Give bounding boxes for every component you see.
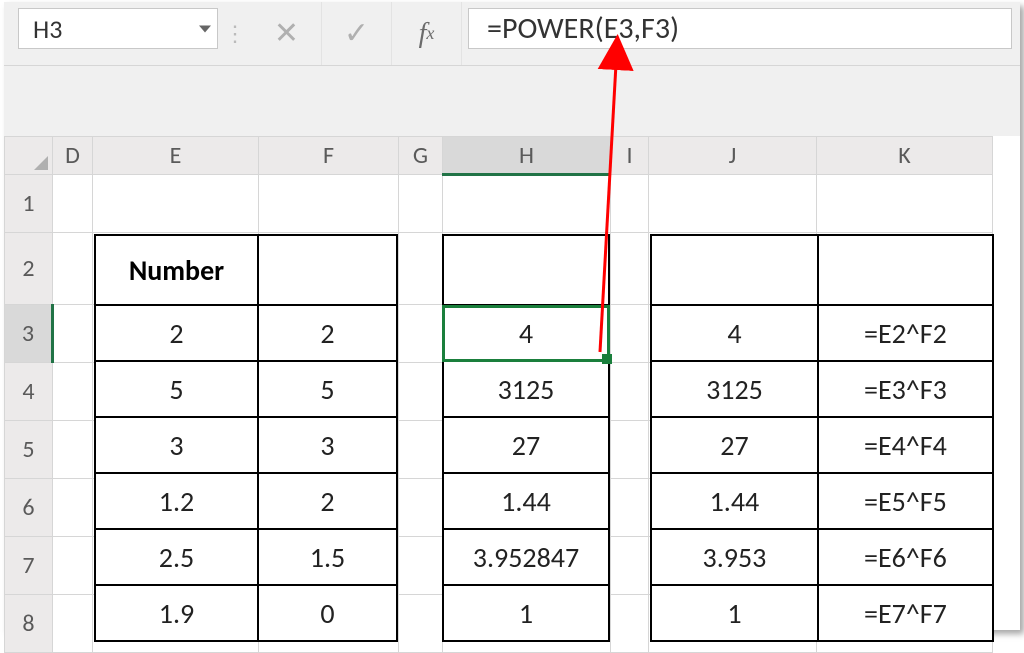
formula-text: =POWER(E3,F3): [487, 10, 679, 47]
spreadsheet-grid[interactable]: D E F G H I J K 1 2 3 4 5 6 7 8 Number P…: [4, 136, 1020, 653]
enter-button[interactable]: ✓: [322, 2, 392, 65]
header-formula: Formula: [818, 235, 993, 305]
cell[interactable]: [611, 363, 649, 421]
table-cell: 1.44: [651, 473, 818, 529]
cell[interactable]: [53, 175, 93, 233]
cell[interactable]: [53, 363, 93, 421]
cell[interactable]: [611, 537, 649, 595]
table-cell: =E7^F7: [818, 585, 993, 641]
cell[interactable]: [53, 305, 93, 363]
row-header-4[interactable]: 4: [5, 363, 53, 421]
table-cell: =E4^F4: [818, 417, 993, 473]
fx-button[interactable]: fx: [392, 2, 462, 65]
table-cell: 1.5: [258, 529, 397, 585]
row-header-2[interactable]: 2: [5, 233, 53, 305]
cell[interactable]: [611, 595, 649, 653]
row-header-7[interactable]: 7: [5, 537, 53, 595]
table-cell: 27: [651, 417, 818, 473]
table-cell: 3.953: [651, 529, 818, 585]
dropdown-icon[interactable]: [199, 25, 211, 32]
table-cell: 2: [95, 305, 258, 361]
col-header-H[interactable]: H: [443, 137, 611, 175]
cell[interactable]: [399, 479, 443, 537]
table-cell: 5: [95, 361, 258, 417]
table-cell: 3.952847: [443, 529, 609, 585]
col-header-K[interactable]: K: [817, 137, 993, 175]
formula-input[interactable]: =POWER(E3,F3): [468, 8, 1012, 49]
table-cell: 27: [443, 417, 609, 473]
cell-reference: H3: [19, 13, 76, 45]
cell[interactable]: [611, 421, 649, 479]
table-cell: 1.2: [95, 473, 258, 529]
cell[interactable]: [93, 175, 259, 233]
table-cell: 1: [443, 585, 609, 641]
table-cell: 1.44: [443, 473, 609, 529]
ribbon-gap: [4, 66, 1020, 136]
table-cell: 2: [258, 473, 397, 529]
cell[interactable]: [53, 421, 93, 479]
row-header-1[interactable]: 1: [5, 175, 53, 233]
cell[interactable]: [259, 175, 399, 233]
col-header-E[interactable]: E: [93, 137, 259, 175]
table-cell: 2: [258, 305, 397, 361]
header-result-1: Result: [443, 235, 609, 305]
cancel-button[interactable]: ✕: [252, 2, 322, 65]
separator: ⋮: [218, 2, 252, 65]
cell[interactable]: [399, 421, 443, 479]
cell[interactable]: [399, 537, 443, 595]
table-cell: 1: [651, 585, 818, 641]
row-header-8[interactable]: 8: [5, 595, 53, 653]
table-cell: 4: [651, 305, 818, 361]
cell[interactable]: [399, 233, 443, 305]
name-box[interactable]: H3: [18, 8, 218, 49]
cell[interactable]: [399, 595, 443, 653]
col-header-J[interactable]: J: [649, 137, 817, 175]
select-all-corner[interactable]: [5, 137, 53, 175]
cell[interactable]: [53, 233, 93, 305]
result-table-1: Result 4 3125 27 1.44 3.952847 1: [442, 234, 610, 642]
cell[interactable]: [611, 175, 649, 233]
cell[interactable]: [611, 233, 649, 305]
cell[interactable]: [817, 175, 993, 233]
cell[interactable]: [611, 479, 649, 537]
table-cell: 5: [258, 361, 397, 417]
table-cell: 1.9: [95, 585, 258, 641]
table-cell: 3125: [651, 361, 818, 417]
header-result-2: Result: [651, 235, 818, 305]
table-cell: 0: [258, 585, 397, 641]
table-cell: =E2^F2: [818, 305, 993, 361]
cell[interactable]: [399, 305, 443, 363]
cell[interactable]: [53, 479, 93, 537]
cell[interactable]: [611, 305, 649, 363]
table-cell: 3: [258, 417, 397, 473]
cell[interactable]: [649, 175, 817, 233]
formula-bar: H3 ⋮ ✕ ✓ fx =POWER(E3,F3): [4, 2, 1020, 66]
cell[interactable]: [399, 175, 443, 233]
table-cell: =E3^F3: [818, 361, 993, 417]
table-cell: 2.5: [95, 529, 258, 585]
cell[interactable]: [53, 537, 93, 595]
number-power-table: Number Power 22 55 33 1.22 2.51.5 1.90: [94, 234, 398, 642]
cell[interactable]: [443, 175, 611, 233]
col-header-D[interactable]: D: [53, 137, 93, 175]
table-cell: =E6^F6: [818, 529, 993, 585]
cell[interactable]: [399, 363, 443, 421]
col-header-G[interactable]: G: [399, 137, 443, 175]
header-number: Number: [95, 235, 258, 305]
table-cell: 3: [95, 417, 258, 473]
table-cell: =E5^F5: [818, 473, 993, 529]
table-cell: 4: [443, 305, 609, 361]
cell[interactable]: [53, 595, 93, 653]
row-header-3[interactable]: 3: [5, 305, 53, 363]
result-formula-table: Result Formula 4=E2^F2 3125=E3^F3 27=E4^…: [650, 234, 994, 642]
col-header-F[interactable]: F: [259, 137, 399, 175]
header-power: Power: [258, 235, 397, 305]
row-header-5[interactable]: 5: [5, 421, 53, 479]
table-cell: 3125: [443, 361, 609, 417]
col-header-I[interactable]: I: [611, 137, 649, 175]
row-header-6[interactable]: 6: [5, 479, 53, 537]
